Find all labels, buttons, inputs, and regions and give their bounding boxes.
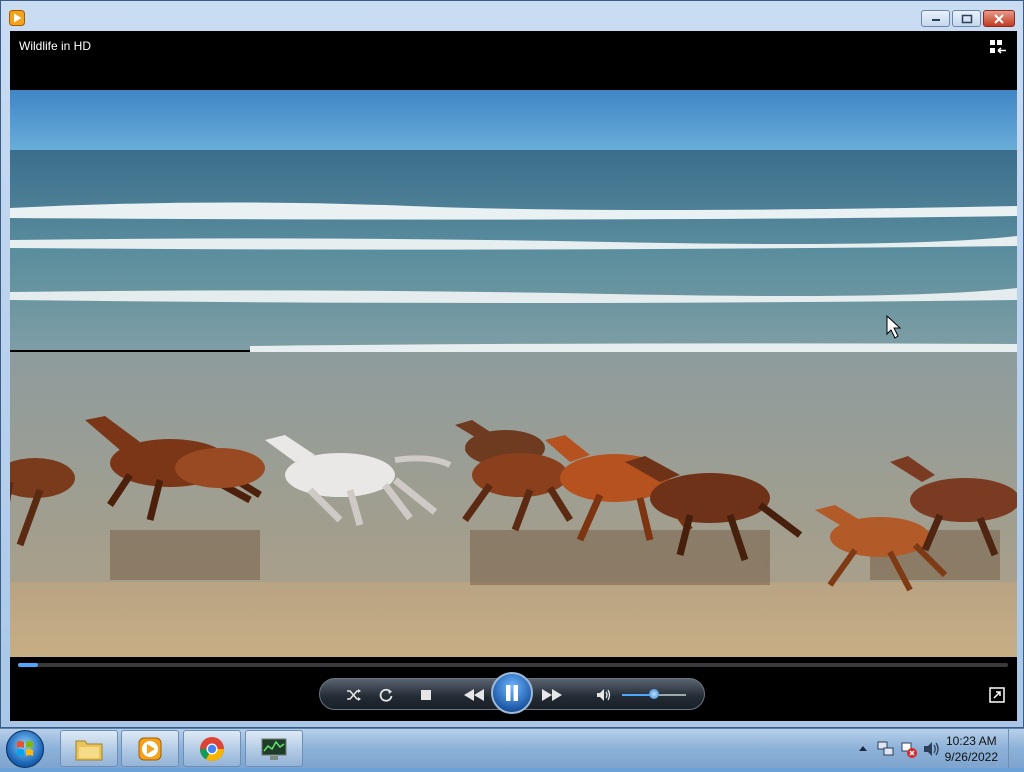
start-button[interactable] [6, 730, 44, 768]
stop-button[interactable] [416, 685, 436, 705]
next-button[interactable] [538, 685, 566, 705]
mute-button[interactable] [594, 685, 614, 705]
minimize-icon [931, 18, 940, 21]
repeat-icon [379, 688, 393, 702]
windows-logo-icon [17, 741, 33, 756]
fullscreen-icon[interactable] [989, 687, 1005, 703]
repeat-button[interactable] [376, 685, 396, 705]
taskbar-system-monitor[interactable] [245, 730, 303, 767]
sky [10, 90, 1017, 152]
seek-bar[interactable] [18, 663, 1008, 667]
volume-tray-icon[interactable] [923, 741, 941, 757]
minimize-button[interactable] [921, 10, 950, 27]
maximize-icon [961, 14, 972, 23]
fast-forward-icon [542, 689, 562, 701]
volume-slider-handle[interactable] [649, 689, 659, 699]
action-center-icon[interactable] [900, 741, 918, 759]
file-explorer-icon [75, 740, 103, 760]
maximize-button[interactable] [952, 10, 981, 27]
chrome-icon [200, 736, 224, 761]
close-button[interactable] [983, 10, 1015, 27]
previous-button[interactable] [460, 685, 488, 705]
seek-progress [18, 663, 38, 667]
show-hidden-icons-icon[interactable] [858, 744, 868, 752]
video-frame[interactable] [10, 90, 1017, 657]
horse [175, 448, 265, 488]
notification-area: 10:23 AM 9/26/2022 [834, 729, 1024, 769]
transport-controls [319, 672, 705, 714]
rewind-icon [464, 689, 484, 701]
stop-icon [421, 690, 431, 700]
volume-slider[interactable] [622, 689, 686, 699]
close-icon [994, 13, 1004, 24]
dry-sand [10, 582, 1017, 657]
speaker-icon [597, 689, 611, 701]
title-bar[interactable] [1, 1, 1023, 31]
clock-time: 10:23 AM [945, 734, 997, 748]
video-title: Wildlife in HD [19, 39, 92, 53]
play-pause-button[interactable] [491, 672, 533, 714]
taskbar-file-explorer[interactable] [60, 730, 118, 767]
shuffle-button[interactable] [344, 685, 364, 705]
taskbar: 10:23 AM 9/26/2022 [0, 728, 1024, 768]
media-player-icon [138, 737, 162, 760]
network-icon[interactable] [877, 741, 895, 757]
taskbar-media-player[interactable] [121, 730, 179, 767]
shuffle-icon [347, 689, 361, 701]
clock-date: 9/26/2022 [944, 750, 998, 764]
switch-to-library-icon[interactable] [989, 39, 1007, 55]
show-desktop-button[interactable] [1008, 729, 1024, 768]
media-player-app-icon[interactable] [9, 10, 25, 26]
taskbar-chrome[interactable] [183, 730, 241, 767]
player-client-area: Wildlife in HD [10, 31, 1017, 721]
system-monitor-icon [261, 738, 287, 760]
sea [10, 150, 1017, 350]
pause-icon [506, 685, 518, 701]
media-player-window: Wildlife in HD [0, 0, 1024, 728]
system-clock[interactable]: 10:23 AM 9/26/2022 [945, 733, 998, 765]
